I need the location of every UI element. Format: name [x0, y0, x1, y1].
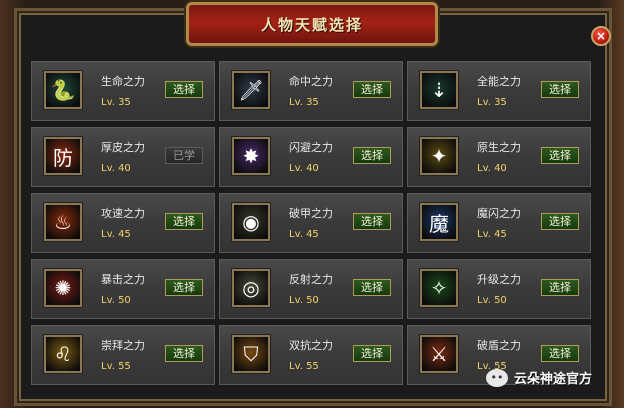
lion-head-icon[interactable]: ♌ [44, 335, 82, 373]
talent-name: 暴击之力 [101, 273, 145, 286]
talent-name: 厚皮之力 [101, 141, 145, 154]
talent-name: 魔闪之力 [477, 207, 521, 220]
reflect-ring-icon[interactable]: ◎ [232, 269, 270, 307]
talent-card: ✦ 原生之力 Lv. 40 选择 [406, 126, 592, 188]
window-title: 人物天赋选择 [260, 15, 363, 34]
select-button[interactable]: 选择 [541, 147, 579, 164]
talent-level: Lv. 40 [101, 163, 131, 174]
watermark-text: 云朵神途官方 [514, 372, 593, 387]
defense-rune-icon[interactable]: 防 [44, 137, 82, 175]
talent-level: Lv. 55 [101, 361, 131, 372]
talent-name: 原生之力 [477, 141, 521, 154]
select-button[interactable]: 选择 [165, 81, 203, 98]
talent-level: Lv. 35 [101, 97, 131, 108]
sword-break-icon[interactable]: ⚔ [420, 335, 458, 373]
talent-name: 生命之力 [101, 75, 145, 88]
talent-level: Lv. 45 [101, 229, 131, 240]
select-button[interactable]: 选择 [353, 345, 391, 362]
talent-card: ⇣ 全能之力 Lv. 35 选择 [406, 60, 592, 122]
talent-level: Lv. 40 [289, 163, 319, 174]
wechat-icon: •• [486, 368, 508, 387]
talent-name: 升级之力 [477, 273, 521, 286]
talent-card: ♨ 攻速之力 Lv. 45 选择 [30, 192, 216, 254]
talent-grid: 🐍 生命之力 Lv. 35 选择 🗡 命中之力 Lv. 35 选择 ⇣ 全能之力 Lv. 35 选择防… [30, 60, 598, 390]
talent-level: Lv. 35 [477, 97, 507, 108]
dodge-burst-icon[interactable]: ✸ [232, 137, 270, 175]
select-button[interactable]: 选择 [353, 213, 391, 230]
serpent-icon[interactable]: 🐍 [44, 71, 82, 109]
talent-card: ♌ 崇拜之力 Lv. 55 选择 [30, 324, 216, 386]
talent-level: Lv. 55 [289, 361, 319, 372]
select-button[interactable]: 选择 [353, 147, 391, 164]
select-button[interactable]: 选择 [541, 81, 579, 98]
select-button[interactable]: 选择 [165, 345, 203, 362]
learned-button: 已学 [165, 147, 203, 164]
talent-name: 破甲之力 [289, 207, 333, 220]
talent-level: Lv. 45 [289, 229, 319, 240]
watermark: •• 云朵神途官方 [486, 368, 592, 387]
talent-level: Lv. 35 [289, 97, 319, 108]
talent-name: 攻速之力 [101, 207, 145, 220]
magic-rune-icon[interactable]: 魔 [420, 203, 458, 241]
talent-level: Lv. 50 [289, 295, 319, 306]
title-bar: 人物天赋选择 [186, 2, 438, 46]
talent-level: Lv. 40 [477, 163, 507, 174]
arrows-down-icon[interactable]: ⇣ [420, 71, 458, 109]
select-button[interactable]: 选择 [165, 213, 203, 230]
close-icon: × [595, 29, 607, 43]
green-star-icon[interactable]: ✧ [420, 269, 458, 307]
talent-card: 🗡 命中之力 Lv. 35 选择 [218, 60, 404, 122]
fire-spikes-icon[interactable]: ♨ [44, 203, 82, 241]
sword-icon[interactable]: 🗡 [232, 71, 270, 109]
talent-card: ◉ 破甲之力 Lv. 45 选择 [218, 192, 404, 254]
select-button[interactable]: 选择 [541, 213, 579, 230]
talent-level: Lv. 50 [101, 295, 131, 306]
talent-name: 双抗之力 [289, 339, 333, 352]
shield-crest-icon[interactable]: ⛉ [232, 335, 270, 373]
talent-card: 魔 魔闪之力 Lv. 45 选择 [406, 192, 592, 254]
select-button[interactable]: 选择 [165, 279, 203, 296]
critical-swirl-icon[interactable]: ✺ [44, 269, 82, 307]
talent-card: ✧ 升级之力 Lv. 50 选择 [406, 258, 592, 320]
armor-break-icon[interactable]: ◉ [232, 203, 270, 241]
talent-card: ◎ 反射之力 Lv. 50 选择 [218, 258, 404, 320]
talent-name: 全能之力 [477, 75, 521, 88]
close-button[interactable]: × [591, 26, 611, 46]
talent-level: Lv. 50 [477, 295, 507, 306]
select-button[interactable]: 选择 [353, 81, 391, 98]
golden-beast-icon[interactable]: ✦ [420, 137, 458, 175]
talent-card: ✸ 闪避之力 Lv. 40 选择 [218, 126, 404, 188]
talent-card: ⛉ 双抗之力 Lv. 55 选择 [218, 324, 404, 386]
talent-name: 命中之力 [289, 75, 333, 88]
talent-name: 闪避之力 [289, 141, 333, 154]
select-button[interactable]: 选择 [541, 279, 579, 296]
talent-level: Lv. 45 [477, 229, 507, 240]
select-button[interactable]: 选择 [541, 345, 579, 362]
talent-name: 破盾之力 [477, 339, 521, 352]
talent-name: 反射之力 [289, 273, 333, 286]
select-button[interactable]: 选择 [353, 279, 391, 296]
talent-card: 防 厚皮之力 Lv. 40 已学 [30, 126, 216, 188]
talent-card: 🐍 生命之力 Lv. 35 选择 [30, 60, 216, 122]
talent-card: ✺ 暴击之力 Lv. 50 选择 [30, 258, 216, 320]
talent-name: 崇拜之力 [101, 339, 145, 352]
